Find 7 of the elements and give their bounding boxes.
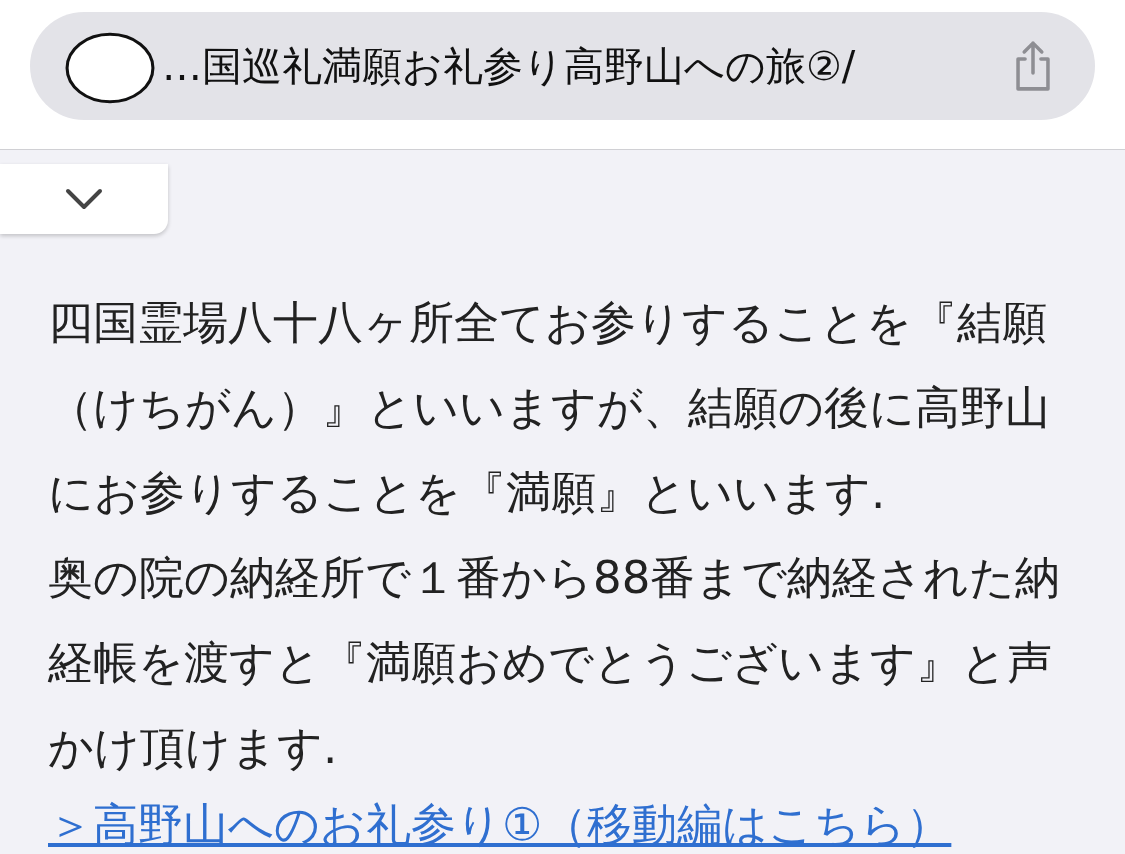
chevron-down-icon	[64, 187, 104, 211]
article-link[interactable]: ＞高野山へのお礼参り①（移動編はこちら）	[48, 790, 952, 854]
paragraph: 四国霊場八十八ヶ所全てお参りすることを『結願（けちがん）』といいますが、結願の後に高野山にお参りすることを『満願』といいます.	[48, 295, 1051, 521]
address-bar[interactable]: …国巡礼満願お礼参り高野山への旅②/	[30, 12, 1095, 120]
paragraph: 奥の院の納経所で１番から88番まで納経された納経帳を渡すと『満願おめでとうございます』と声かけ頂けます.	[48, 550, 1062, 776]
page-title: …国巡礼満願お礼参り高野山への旅②/	[162, 41, 857, 91]
collapse-tab[interactable]	[0, 164, 168, 234]
